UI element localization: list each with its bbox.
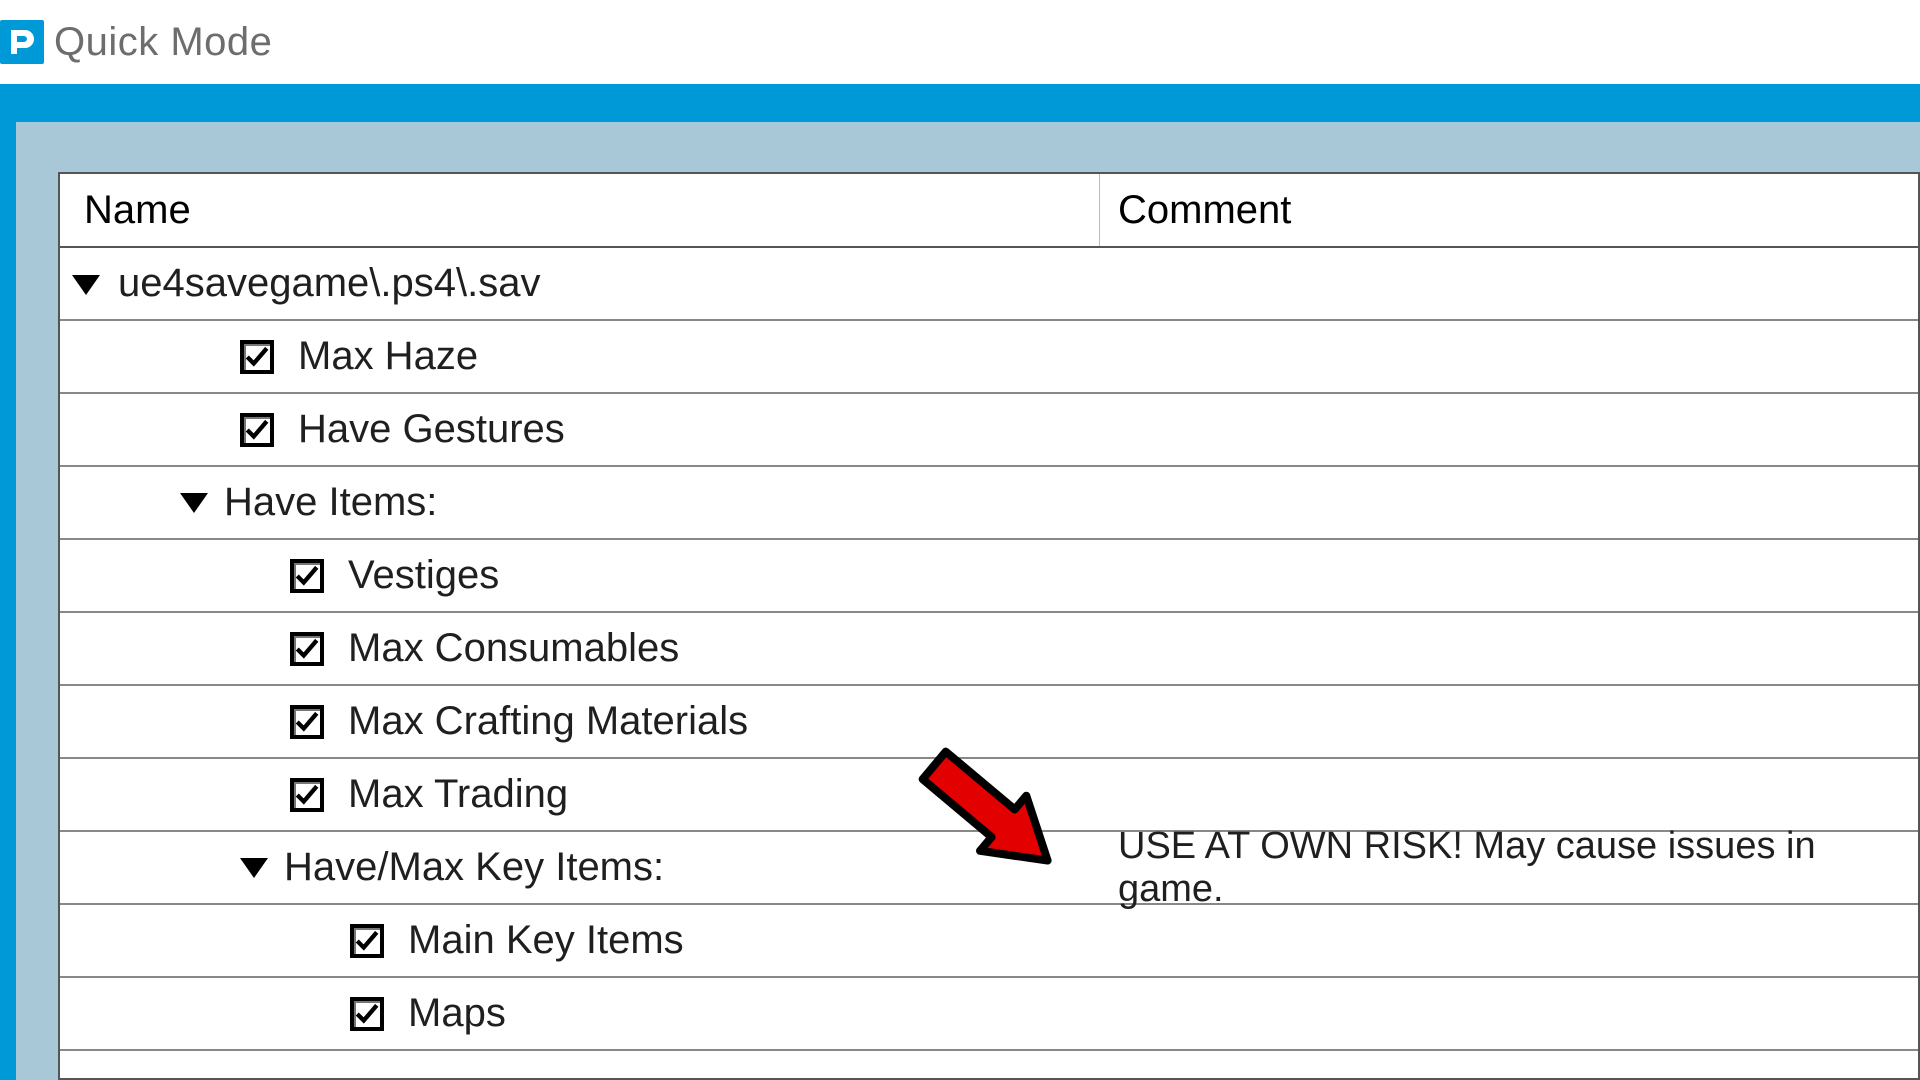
- window-title: Quick Mode: [54, 20, 272, 65]
- row-label: Maps: [408, 991, 506, 1036]
- tree-row-max-trading[interactable]: Max Trading: [60, 759, 1918, 832]
- checkbox[interactable]: [240, 413, 274, 447]
- checkbox[interactable]: [290, 632, 324, 666]
- row-label: Have/Max Key Items:: [284, 845, 664, 890]
- tree-row-root[interactable]: ue4savegame\.ps4\.sav: [60, 248, 1918, 321]
- tree-row-have-gestures[interactable]: Have Gestures: [60, 394, 1918, 467]
- row-label: Max Haze: [298, 334, 478, 379]
- client-area: Name Comment ue4savegame\.ps4\.sav Max H…: [16, 122, 1920, 1080]
- row-label: Max Trading: [348, 772, 568, 817]
- column-name-label: Name: [84, 188, 191, 233]
- tree-row-max-consumables[interactable]: Max Consumables: [60, 613, 1918, 686]
- row-label: Vestiges: [348, 553, 499, 598]
- column-comment-label: Comment: [1118, 188, 1291, 233]
- checkbox[interactable]: [350, 997, 384, 1031]
- titlebar: Quick Mode: [0, 0, 1920, 84]
- row-label: Max Consumables: [348, 626, 679, 671]
- checkbox[interactable]: [290, 559, 324, 593]
- tree-grid: Name Comment ue4savegame\.ps4\.sav Max H…: [58, 172, 1920, 1080]
- disclosure-icon[interactable]: [72, 267, 112, 301]
- row-comment: USE AT OWN RISK! May cause issues in gam…: [1118, 825, 1918, 911]
- checkbox[interactable]: [290, 778, 324, 812]
- tree-row-max-crafting[interactable]: Max Crafting Materials: [60, 686, 1918, 759]
- column-name[interactable]: Name: [60, 174, 1100, 246]
- tree-row-have-items[interactable]: Have Items:: [60, 467, 1918, 540]
- row-label: Main Key Items: [408, 918, 684, 963]
- checkbox[interactable]: [290, 705, 324, 739]
- checkbox[interactable]: [240, 340, 274, 374]
- column-comment[interactable]: Comment: [1100, 174, 1918, 246]
- row-label: Have Items:: [224, 480, 437, 525]
- disclosure-icon[interactable]: [240, 858, 284, 878]
- toolbar-band: [0, 84, 1920, 122]
- tree-row-maps[interactable]: Maps: [60, 978, 1918, 1051]
- row-label: Max Crafting Materials: [348, 699, 748, 744]
- app-icon: [0, 20, 44, 64]
- row-label: Have Gestures: [298, 407, 565, 452]
- disclosure-icon[interactable]: [180, 493, 224, 513]
- tree-row-main-key-items[interactable]: Main Key Items: [60, 905, 1918, 978]
- checkbox[interactable]: [350, 924, 384, 958]
- grid-header: Name Comment: [60, 174, 1918, 248]
- tree-row-key-items[interactable]: Have/Max Key Items: USE AT OWN RISK! May…: [60, 832, 1918, 905]
- tree-row-max-haze[interactable]: Max Haze: [60, 321, 1918, 394]
- row-label: ue4savegame\.ps4\.sav: [118, 261, 540, 306]
- tree-row-vestiges[interactable]: Vestiges: [60, 540, 1918, 613]
